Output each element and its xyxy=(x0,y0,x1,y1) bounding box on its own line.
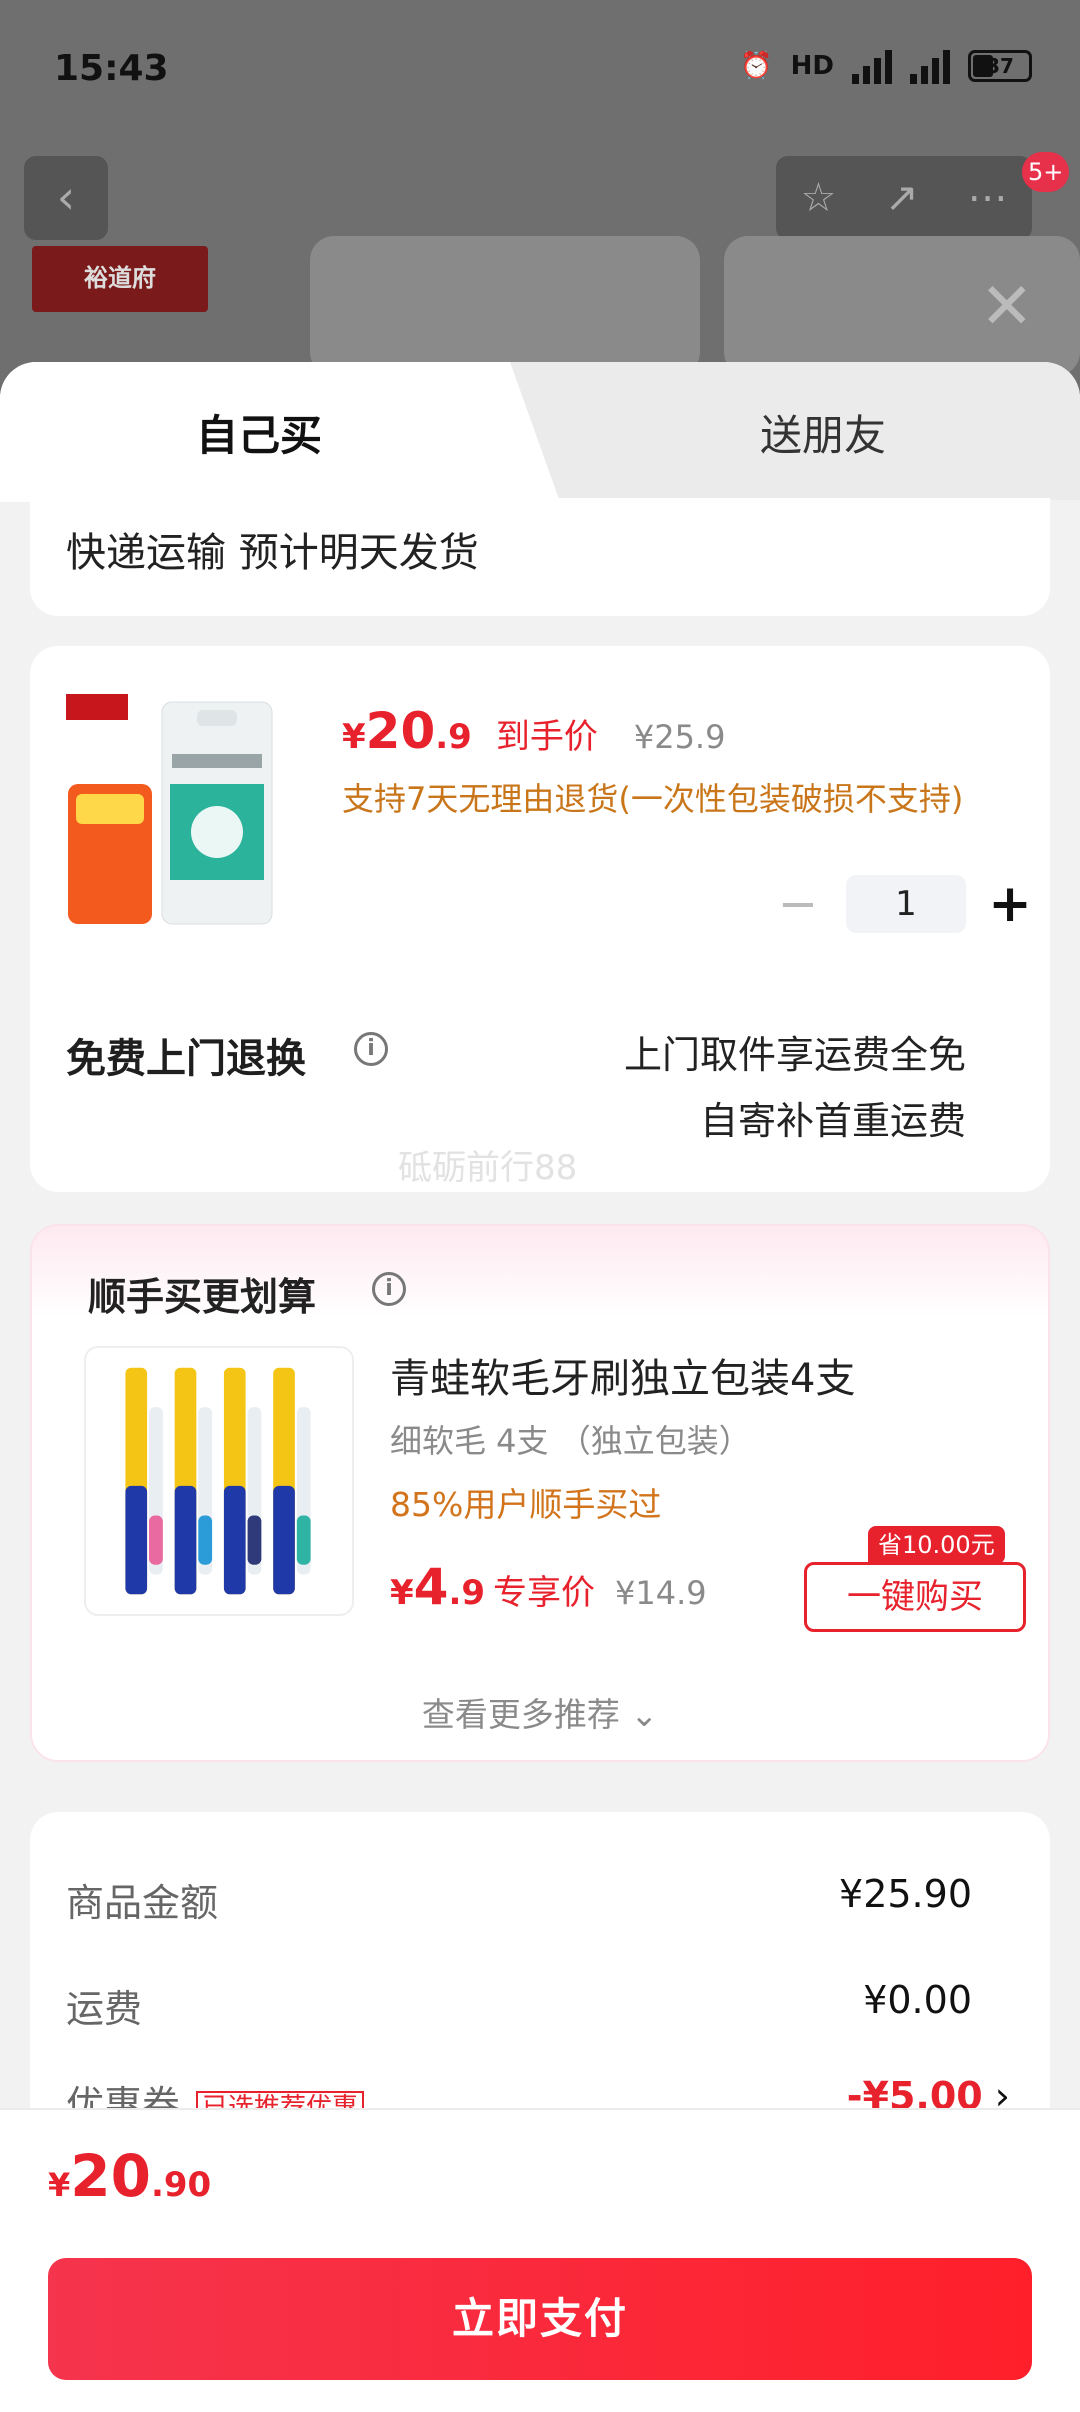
recommend-original-price: ¥14.9 xyxy=(615,1574,707,1612)
status-icons: ⏰ HD 37 xyxy=(740,48,1032,84)
decrease-button[interactable]: − xyxy=(770,876,826,932)
price-tag: 到手价 xyxy=(495,717,598,757)
shipping-fee-row: 运费 ¥0.00 xyxy=(66,1978,972,2033)
goods-amount-row: 商品金额 ¥25.90 xyxy=(66,1872,972,1927)
total-price: ¥ 20 .90 xyxy=(48,2142,212,2210)
signal-icon xyxy=(852,48,892,84)
battery-icon: 37 xyxy=(968,50,1032,82)
info-icon[interactable]: i xyxy=(354,1032,388,1066)
top-actions: ☆ ↗ ⋯ xyxy=(776,156,1032,240)
recommend-price: ¥4.9 专享价 ¥14.9 xyxy=(390,1558,707,1616)
original-price: ¥25.9 xyxy=(633,718,726,756)
return-policy: 支持7天无理由退货(一次性包装破损不支持) xyxy=(342,780,964,818)
recommend-card: 顺手买更划算 i 青蛙软毛牙刷独立包装4支 细软毛 4支 （独立包装） 85%用… xyxy=(30,1224,1050,1762)
watermark: 砥砺前行88 xyxy=(398,1148,578,1188)
quantity-stepper: − 1 + xyxy=(770,874,1038,934)
purchase-sheet: 自己买 送朋友 快递运输 预计明天发货 ¥20.9 到手价 ¥25.9 支持7天… xyxy=(0,362,1080,2412)
see-more-recommendations[interactable]: 查看更多推荐 ⌄ xyxy=(32,1688,1048,1736)
message-badge: 5+ xyxy=(1022,152,1070,192)
recommend-title: 顺手买更划算 xyxy=(88,1275,317,1319)
recommend-price-tag: 专享价 xyxy=(493,1573,596,1613)
pay-now-button[interactable]: 立即支付 xyxy=(48,2258,1032,2380)
product-image xyxy=(66,694,273,925)
recommend-name[interactable]: 青蛙软毛牙刷独立包装4支 xyxy=(390,1346,855,1404)
status-time: 15:43 xyxy=(54,48,169,89)
background-product-image xyxy=(310,236,700,376)
product-price: ¥20.9 到手价 ¥25.9 xyxy=(342,702,726,760)
signal-icon-2 xyxy=(910,48,950,84)
recommend-spec: 细软毛 4支 （独立包装） xyxy=(390,1422,751,1460)
one-click-buy-button[interactable]: 一键购买 xyxy=(804,1562,1026,1632)
free-return-line1: 上门取件享运费全免 xyxy=(623,1033,966,1077)
tab-self-label[interactable]: 自己买 xyxy=(196,402,322,463)
back-icon[interactable]: ‹ xyxy=(24,156,108,240)
save-badge: 省10.00元 xyxy=(868,1526,1005,1564)
alarm-icon: ⏰ xyxy=(740,51,773,81)
free-return-line2: 自寄补首重运费 xyxy=(699,1099,966,1143)
shipping-fee-label: 运费 xyxy=(66,1987,143,2031)
shipping-card: 快递运输 预计明天发货 xyxy=(30,498,1050,616)
free-return-title: 免费上门退换 xyxy=(66,1036,306,1082)
brand-logo: 裕道府 xyxy=(32,246,208,312)
goods-amount-label: 商品金额 xyxy=(66,1881,219,1925)
recommend-social-proof: 85%用户顺手买过 xyxy=(390,1485,662,1524)
summary-card: 商品金额 ¥25.90 运费 ¥0.00 优惠券已选推荐优惠 -¥5.00 › xyxy=(30,1812,1050,2127)
hd-icon: HD xyxy=(790,51,834,81)
tab-bar: 自己买 送朋友 xyxy=(0,362,1080,502)
quantity-input[interactable]: 1 xyxy=(846,875,966,933)
tab-gift[interactable]: 送朋友 xyxy=(760,402,886,463)
recommend-product-image[interactable] xyxy=(84,1346,354,1616)
star-icon[interactable]: ☆ xyxy=(800,175,836,221)
close-icon[interactable]: ✕ xyxy=(980,270,1034,344)
info-icon[interactable]: i xyxy=(372,1272,406,1306)
goods-amount-value: ¥25.90 xyxy=(839,1872,972,1916)
share-icon[interactable]: ↗ xyxy=(885,175,919,221)
status-bar: 15:43 ⏰ HD 37 xyxy=(0,0,1080,140)
checkout-bar: ¥ 20 .90 立即支付 xyxy=(0,2108,1080,2412)
shipping-fee-value: ¥0.00 xyxy=(863,1978,972,2022)
more-icon[interactable]: ⋯ xyxy=(968,175,1008,221)
increase-button[interactable]: + xyxy=(982,874,1038,934)
shipping-text: 快递运输 预计明天发货 xyxy=(66,530,479,576)
product-card: ¥20.9 到手价 ¥25.9 支持7天无理由退货(一次性包装破损不支持) − … xyxy=(30,646,1050,1192)
